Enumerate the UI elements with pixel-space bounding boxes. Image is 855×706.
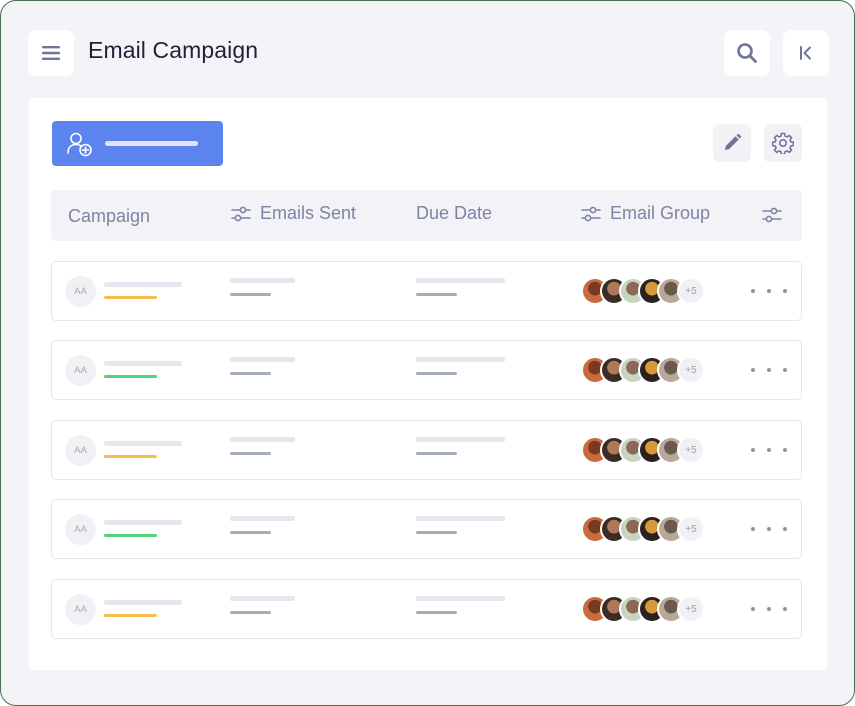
avatar: AA	[65, 594, 96, 625]
table-header: Campaign Emails Sent Due Date Email Grou…	[51, 190, 802, 241]
emails-sent-sub-placeholder	[230, 452, 271, 455]
main-panel: Campaign Emails Sent Due Date Email Grou…	[29, 98, 827, 670]
table-row[interactable]: AA +5	[51, 261, 802, 321]
emails-sent-placeholder	[230, 437, 295, 442]
sliders-icon	[762, 207, 782, 222]
emails-sent-placeholder	[230, 357, 295, 362]
avatar: AA	[65, 514, 96, 545]
collapse-sidebar-icon	[800, 46, 811, 60]
column-header-campaign[interactable]: Campaign	[68, 191, 150, 242]
extra-members-badge: +5	[677, 515, 705, 543]
due-date-sub-placeholder	[416, 372, 457, 375]
emails-sent-sub-placeholder	[230, 372, 271, 375]
emails-sent-placeholder	[230, 516, 295, 521]
email-group-avatars[interactable]: +5	[581, 436, 711, 464]
app-window: Email Campaign Campaign Emails Sent Due …	[0, 0, 855, 706]
page-title: Email Campaign	[88, 37, 259, 63]
sliders-icon	[581, 206, 601, 221]
column-settings-button[interactable]	[762, 189, 791, 240]
avatar: AA	[65, 355, 96, 386]
extra-members-badge: +5	[677, 595, 705, 623]
due-date-placeholder	[416, 437, 505, 442]
more-options-icon[interactable]	[751, 518, 787, 540]
email-group-avatars[interactable]: +5	[581, 277, 711, 305]
table-row[interactable]: AA +5	[51, 340, 802, 400]
campaign-name-placeholder	[104, 361, 182, 366]
due-date-sub-placeholder	[416, 611, 457, 614]
button-label-placeholder	[105, 141, 198, 146]
more-options-icon[interactable]	[751, 359, 787, 381]
emails-sent-sub-placeholder	[230, 611, 271, 614]
avatar: AA	[65, 276, 96, 307]
search-icon	[737, 43, 757, 63]
campaign-name-placeholder	[104, 441, 182, 446]
collapse-sidebar-button[interactable]	[783, 30, 829, 76]
status-indicator	[104, 534, 157, 537]
emails-sent-sub-placeholder	[230, 293, 271, 296]
search-button[interactable]	[724, 30, 770, 76]
edit-button[interactable]	[713, 124, 751, 162]
pencil-icon	[725, 133, 742, 150]
campaign-name-placeholder	[104, 600, 182, 605]
email-group-avatars[interactable]: +5	[581, 595, 711, 623]
hamburger-menu-icon	[42, 46, 60, 60]
more-options-icon[interactable]	[751, 280, 787, 302]
due-date-placeholder	[416, 357, 505, 362]
status-indicator	[104, 375, 157, 378]
email-group-avatars[interactable]: +5	[581, 356, 711, 384]
due-date-placeholder	[416, 596, 505, 601]
settings-button[interactable]	[764, 124, 802, 162]
menu-button[interactable]	[28, 30, 74, 76]
avatar: AA	[65, 435, 96, 466]
email-group-avatars[interactable]: +5	[581, 515, 711, 543]
sliders-icon	[231, 206, 251, 221]
more-options-icon[interactable]	[751, 439, 787, 461]
status-indicator	[104, 455, 157, 458]
extra-members-badge: +5	[677, 356, 705, 384]
column-header-email-group[interactable]: Email Group	[581, 188, 710, 239]
status-indicator	[104, 296, 157, 299]
table-row[interactable]: AA +5	[51, 420, 802, 480]
add-user-icon	[67, 132, 92, 157]
gear-icon	[772, 132, 794, 154]
column-header-due-date[interactable]: Due Date	[416, 188, 492, 239]
emails-sent-placeholder	[230, 278, 295, 283]
column-header-emails-sent[interactable]: Emails Sent	[231, 188, 356, 239]
due-date-placeholder	[416, 278, 505, 283]
due-date-sub-placeholder	[416, 293, 457, 296]
table-row[interactable]: AA +5	[51, 499, 802, 559]
more-options-icon[interactable]	[751, 598, 787, 620]
due-date-sub-placeholder	[416, 452, 457, 455]
table-row[interactable]: AA +5	[51, 579, 802, 639]
emails-sent-sub-placeholder	[230, 531, 271, 534]
due-date-sub-placeholder	[416, 531, 457, 534]
add-campaign-button[interactable]	[52, 121, 223, 166]
due-date-placeholder	[416, 516, 505, 521]
extra-members-badge: +5	[677, 277, 705, 305]
extra-members-badge: +5	[677, 436, 705, 464]
campaign-name-placeholder	[104, 520, 182, 525]
emails-sent-placeholder	[230, 596, 295, 601]
campaign-name-placeholder	[104, 282, 182, 287]
status-indicator	[104, 614, 157, 617]
